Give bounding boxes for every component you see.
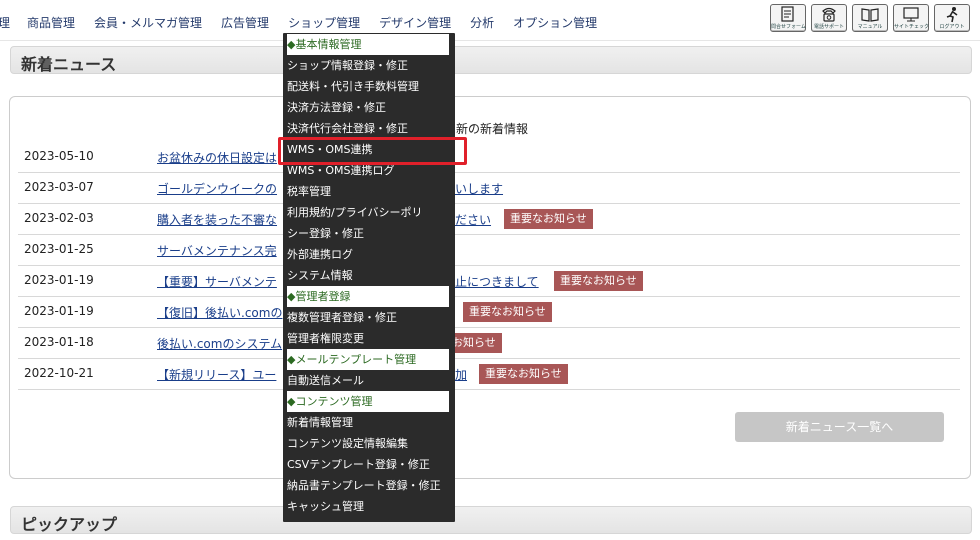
manual-button[interactable]: マニュアル <box>852 4 888 32</box>
nav-item-truncated[interactable]: 理 <box>0 14 10 31</box>
news-row: 2023-01-25 サーバメンテナンス完 <box>18 234 960 266</box>
top-navigation: 理 商品管理 会員・メルマガ管理 広告管理 ショップ管理 デザイン管理 分析 オ… <box>0 0 980 41</box>
nav-item-ads[interactable]: 広告管理 <box>221 14 269 31</box>
pickup-section-header: ピックアップ <box>10 506 972 534</box>
dropdown-item-payment-agency[interactable]: 決済代行会社登録・修正 <box>287 118 449 139</box>
news-date: 2022-10-21 <box>24 366 94 380</box>
news-title-link[interactable]: 【復旧】後払い.comの <box>157 304 282 321</box>
inquiry-form-icon <box>781 6 794 22</box>
dropdown-item-admin-permissions[interactable]: 管理者権限変更 <box>287 328 449 349</box>
news-title-link[interactable]: 【新規リリース】ユー <box>157 366 276 383</box>
news-section-title: 新着ニュース <box>21 55 117 74</box>
dropdown-item-content-settings[interactable]: コンテンツ設定情報編集 <box>287 433 449 454</box>
dropdown-item-external-log[interactable]: 外部連携ログ <box>287 244 449 265</box>
news-date: 2023-02-03 <box>24 211 94 225</box>
dropdown-item-terms-privacy-cont[interactable]: シー登録・修正 <box>287 223 449 244</box>
nav-item-members[interactable]: 会員・メルマガ管理 <box>94 14 202 31</box>
nav-item-products[interactable]: 商品管理 <box>27 14 75 31</box>
news-row: 2023-01-18 後払い.comのシステム お知らせ <box>18 327 960 359</box>
news-title-link[interactable]: 後払い.comのシステム <box>157 335 282 352</box>
nav-item-analytics[interactable]: 分析 <box>470 14 494 31</box>
shop-management-dropdown: ◆基本情報管理 ショップ情報登録・修正 配送料・代引き手数料管理 決済方法登録・… <box>283 33 455 522</box>
dropdown-item-shop-info[interactable]: ショップ情報登録・修正 <box>287 55 449 76</box>
news-date: 2023-05-10 <box>24 149 94 163</box>
news-date: 2023-01-19 <box>24 304 94 318</box>
dropdown-item-invoice-template[interactable]: 納品書テンプレート登録・修正 <box>287 475 449 496</box>
wms-oms-highlight <box>278 137 467 165</box>
important-badge: 重要なお知らせ <box>479 364 568 384</box>
news-caption: 新の新着情報 <box>456 122 529 136</box>
dropdown-item-shipping-fee[interactable]: 配送料・代引き手数料管理 <box>287 76 449 97</box>
site-check-button[interactable]: サイトチェック <box>893 4 929 32</box>
main-menu: 理 商品管理 会員・メルマガ管理 広告管理 ショップ管理 デザイン管理 分析 オ… <box>0 14 616 31</box>
news-date: 2023-03-07 <box>24 180 94 194</box>
pickup-section-title: ピックアップ <box>21 515 118 534</box>
inquiry-form-button[interactable]: 問合せフォーム <box>770 4 806 32</box>
news-date: 2023-01-18 <box>24 335 94 349</box>
dropdown-item-system-info[interactable]: システム情報 <box>287 265 449 286</box>
nav-item-options[interactable]: オプション管理 <box>513 14 597 31</box>
logout-icon <box>946 7 958 23</box>
news-row: 2023-01-19 【復旧】後払い.comの 重要なお知らせ <box>18 296 960 328</box>
news-date: 2023-01-25 <box>24 242 94 256</box>
nav-item-shop[interactable]: ショップ管理 <box>288 14 360 31</box>
dropdown-item-csv-template[interactable]: CSVテンプレート登録・修正 <box>287 454 449 475</box>
dropdown-item-multi-admin[interactable]: 複数管理者登録・修正 <box>287 307 449 328</box>
news-title-link[interactable]: 購入者を装った不審な <box>157 211 277 228</box>
logout-caption: ログアウト <box>939 24 965 30</box>
dropdown-category-admin: ◆管理者登録 <box>287 286 449 307</box>
important-badge: 重要なお知らせ <box>463 302 552 322</box>
news-title-link-tail[interactable]: 止につきまして <box>455 273 539 290</box>
dropdown-category-mail-template: ◆メールテンプレート管理 <box>287 349 449 370</box>
phone-support-caption: 電話サポート <box>813 24 844 30</box>
phone-support-icon <box>822 7 836 22</box>
news-title-link[interactable]: ゴールデンウイークの <box>157 180 277 197</box>
dropdown-item-payment-method[interactable]: 決済方法登録・修正 <box>287 97 449 118</box>
dropdown-category-basic-info: ◆基本情報管理 <box>287 34 449 55</box>
news-title-link[interactable]: 【重要】サーバメンテ <box>157 273 277 290</box>
utility-icon-bar: 問合せフォーム 電話サポート マニュアル サイトチェック ログアウト <box>770 4 970 32</box>
site-check-icon <box>903 7 919 22</box>
news-row: 2022-10-21 【新規リリース】ユー 加 重要なお知らせ <box>18 358 960 390</box>
news-title-link-tail[interactable]: いします <box>455 180 503 197</box>
site-check-caption: サイトチェック <box>894 24 930 30</box>
news-row: 2023-05-10 お盆休みの休日設定は <box>18 141 960 173</box>
news-row: 2023-01-19 【重要】サーバメンテ 止につきまして 重要なお知らせ <box>18 265 960 297</box>
manual-icon <box>861 8 879 22</box>
manual-caption: マニュアル <box>857 24 883 30</box>
news-section-header: 新着ニュース <box>10 46 972 74</box>
news-title-link[interactable]: サーバメンテナンス完 <box>157 242 277 259</box>
news-list-button[interactable]: 新着ニュース一覧へ <box>735 412 944 442</box>
news-title-link-tail[interactable]: 加 <box>455 366 467 383</box>
dropdown-category-content: ◆コンテンツ管理 <box>287 391 449 412</box>
logout-button[interactable]: ログアウト <box>934 4 970 32</box>
phone-support-button[interactable]: 電話サポート <box>811 4 847 32</box>
dropdown-item-news-management[interactable]: 新着情報管理 <box>287 412 449 433</box>
dropdown-item-cache[interactable]: キャッシュ管理 <box>287 496 449 517</box>
important-badge: 重要なお知らせ <box>554 271 643 291</box>
nav-item-design[interactable]: デザイン管理 <box>379 14 451 31</box>
dropdown-item-auto-mail[interactable]: 自動送信メール <box>287 370 449 391</box>
news-row: 2023-03-07 ゴールデンウイークの いします <box>18 172 960 204</box>
news-title-link[interactable]: お盆休みの休日設定は <box>157 149 277 166</box>
inquiry-form-caption: 問合せフォーム <box>771 24 806 30</box>
news-row: 2023-02-03 購入者を装った不審な ださい 重要なお知らせ <box>18 203 960 235</box>
important-badge: 重要なお知らせ <box>504 209 593 229</box>
news-title-link-tail[interactable]: ださい <box>455 211 491 228</box>
dropdown-item-tax-rate[interactable]: 税率管理 <box>287 181 449 202</box>
dropdown-item-terms-privacy[interactable]: 利用規約/プライバシーポリ <box>287 202 449 223</box>
news-date: 2023-01-19 <box>24 273 94 287</box>
